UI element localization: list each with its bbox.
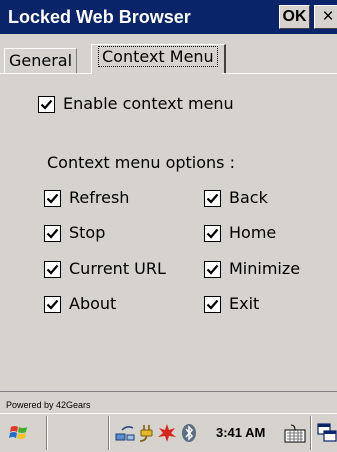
tab-general[interactable]: General	[4, 48, 78, 74]
taskbar-separator	[310, 416, 312, 450]
enable-context-menu-checkbox[interactable]	[38, 95, 55, 113]
taskbar-clock[interactable]: 3:41 AM	[216, 425, 265, 441]
alert-icon[interactable]	[156, 422, 178, 444]
option-minimize[interactable]: Minimize	[204, 258, 300, 280]
refresh-checkbox[interactable]	[44, 189, 61, 207]
power-plug-icon[interactable]	[136, 422, 158, 444]
options-heading: Context menu options :	[47, 153, 235, 172]
option-back[interactable]: Back	[204, 187, 268, 209]
powered-by-text: Powered by 42Gears	[6, 400, 91, 410]
enable-context-menu-label: Enable context menu	[63, 94, 234, 113]
check-icon	[206, 228, 219, 239]
option-home[interactable]: Home	[204, 222, 276, 244]
about-checkbox[interactable]	[44, 295, 61, 313]
ok-button[interactable]: OK	[279, 5, 310, 29]
taskbar: 3:41 AM	[0, 413, 337, 452]
minimize-checkbox[interactable]	[204, 260, 221, 278]
option-stop[interactable]: Stop	[44, 222, 105, 244]
tab-context-menu[interactable]: Context Menu	[91, 44, 226, 74]
check-icon	[206, 299, 219, 310]
tab-divider-gap	[92, 73, 222, 74]
check-icon	[40, 99, 53, 110]
check-icon	[46, 264, 59, 275]
close-button[interactable]: ×	[314, 5, 337, 29]
windows-start-icon[interactable]	[8, 422, 30, 444]
option-current-url[interactable]: Current URL	[44, 258, 166, 280]
bluetooth-icon[interactable]	[178, 422, 200, 444]
current-url-checkbox[interactable]	[44, 260, 61, 278]
tab-general-label: General	[9, 51, 73, 70]
refresh-label: Refresh	[69, 188, 130, 207]
exit-label: Exit	[229, 294, 260, 313]
footer-divider	[0, 391, 337, 392]
minimize-label: Minimize	[229, 259, 301, 278]
window-switch-icon[interactable]	[316, 422, 337, 444]
taskbar-separator	[46, 416, 48, 450]
back-label: Back	[229, 188, 268, 207]
option-exit[interactable]: Exit	[204, 293, 259, 315]
check-icon	[46, 193, 59, 204]
title-bar: Locked Web Browser OK ×	[0, 0, 337, 34]
check-icon	[46, 228, 59, 239]
tab-context-menu-label: Context Menu	[98, 46, 218, 67]
keyboard-icon[interactable]	[283, 421, 307, 445]
network-icon[interactable]	[114, 422, 136, 444]
option-about[interactable]: About	[44, 293, 116, 315]
taskbar-separator	[108, 416, 110, 450]
window-title: Locked Web Browser	[8, 7, 191, 27]
stop-label: Stop	[69, 223, 106, 242]
check-icon	[206, 264, 219, 275]
check-icon	[206, 193, 219, 204]
about-label: About	[69, 294, 117, 313]
option-refresh[interactable]: Refresh	[44, 187, 129, 209]
stop-checkbox[interactable]	[44, 224, 61, 242]
home-label: Home	[229, 223, 277, 242]
back-checkbox[interactable]	[204, 189, 221, 207]
tab-strip: General Context Menu	[0, 34, 337, 74]
current-url-label: Current URL	[69, 259, 166, 278]
exit-checkbox[interactable]	[204, 295, 221, 313]
check-icon	[46, 299, 59, 310]
enable-context-menu-row[interactable]: Enable context menu	[38, 93, 234, 115]
home-checkbox[interactable]	[204, 224, 221, 242]
